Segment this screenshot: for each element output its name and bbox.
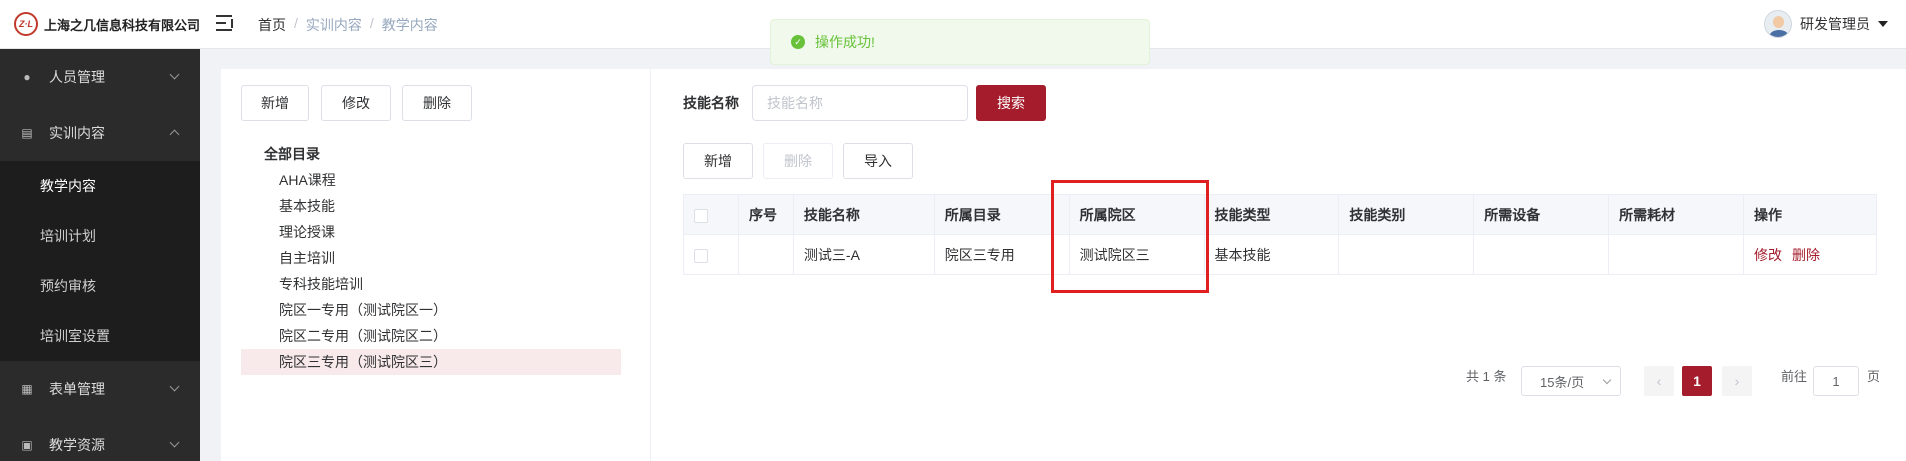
row-select-cell <box>683 234 739 275</box>
goto-suffix: 页 <box>1867 369 1881 384</box>
add-catalog-button[interactable]: 新增 <box>241 85 309 121</box>
breadcrumb-separator: / <box>294 15 298 31</box>
chevron-up-icon <box>169 129 180 140</box>
menu-toggle-icon[interactable] <box>216 14 236 32</box>
delete-catalog-button[interactable]: 删除 <box>402 85 472 121</box>
cell-equipment <box>1473 234 1610 275</box>
cell-index <box>737 234 794 275</box>
company-name: 上海之几信息科技有限公司 <box>44 17 201 33</box>
column-header: 所需设备 <box>1473 194 1610 235</box>
breadcrumb-separator: / <box>369 15 374 31</box>
row-checkbox[interactable] <box>694 248 708 263</box>
skill-name-input[interactable]: 技能名称 <box>752 85 968 121</box>
toast-message: 操作成功! <box>815 34 875 50</box>
book-icon: ▤ <box>21 126 33 140</box>
delete-row-link[interactable]: 删除 <box>1792 247 1820 263</box>
column-header: 技能类别 <box>1338 194 1475 235</box>
chevron-down-icon <box>169 69 180 80</box>
column-header: 操作 <box>1743 194 1877 235</box>
sidebar-item-label: 人员管理 <box>49 69 105 85</box>
edit-row-link[interactable]: 修改 <box>1754 247 1782 263</box>
sidebar-item-personnel[interactable]: ● 人员管理 <box>0 49 200 105</box>
check-circle-icon: ✓ <box>791 35 805 49</box>
breadcrumb: 首页 / 实训内容 / 教学内容 <box>258 15 438 35</box>
chevron-down-icon <box>169 381 180 392</box>
tree-node[interactable]: AHA课程 <box>241 167 621 193</box>
cell-skill-type: 基本技能 <box>1203 234 1340 275</box>
logo-mark: Z·L <box>14 12 38 36</box>
catalog-pane: 新增 修改 删除 全部目录 AHA课程 基本技能 理论授课 自主培训 专科技能培… <box>221 69 651 461</box>
tree-node[interactable]: 基本技能 <box>241 193 621 219</box>
sidebar-item-label: 表单管理 <box>49 381 105 397</box>
column-header: 技能类型 <box>1203 194 1340 235</box>
goto-page-input[interactable]: 1 <box>1813 366 1859 396</box>
sidebar-item-training[interactable]: ▤ 实训内容 <box>0 105 200 161</box>
company-logo[interactable]: Z·L 上海之几信息科技有限公司 <box>14 12 200 36</box>
import-button[interactable]: 导入 <box>843 143 913 179</box>
user-name[interactable]: 研发管理员 <box>1800 14 1870 34</box>
page-size-value: 15条/页 <box>1540 374 1585 390</box>
table-header-row: 序号 技能名称 所属目录 所属院区 技能类型 技能类别 所需设备 所需耗材 操作 <box>683 194 1877 235</box>
select-all-checkbox[interactable] <box>694 208 708 223</box>
edit-catalog-button[interactable]: 修改 <box>321 85 391 121</box>
cell-skill-category <box>1338 234 1475 275</box>
sidebar-subitem-plan[interactable]: 培训计划 <box>0 211 200 261</box>
delete-skill-button[interactable]: 删除 <box>763 143 833 179</box>
column-header: 所需耗材 <box>1608 194 1745 235</box>
tree-node[interactable]: 院区二专用（测试院区二） <box>241 323 621 349</box>
form-icon: ▦ <box>21 382 33 396</box>
column-header: 技能名称 <box>792 194 935 235</box>
caret-down-icon[interactable] <box>1878 21 1888 27</box>
page-number-button[interactable]: 1 <box>1682 366 1712 396</box>
cell-skill-name: 测试三-A <box>792 234 935 275</box>
skills-table: 序号 技能名称 所属目录 所属院区 技能类型 技能类别 所需设备 所需耗材 操作… <box>683 194 1877 275</box>
sidebar-item-label: 实训内容 <box>49 125 105 141</box>
input-placeholder: 技能名称 <box>767 95 823 111</box>
tree-node[interactable]: 院区一专用（测试院区一） <box>241 297 621 323</box>
skill-name-label: 技能名称 <box>683 95 739 111</box>
search-button[interactable]: 搜索 <box>976 85 1046 121</box>
tree-root[interactable]: 全部目录 <box>241 141 621 167</box>
user-icon: ● <box>23 70 31 84</box>
resource-icon: ▣ <box>21 438 33 452</box>
breadcrumb-current: 教学内容 <box>381 17 438 33</box>
pagination-total: 共 1 条 <box>1466 369 1507 384</box>
sidebar-item-label: 教学资源 <box>49 437 105 453</box>
catalog-tree: 全部目录 AHA课程 基本技能 理论授课 自主培训 专科技能培训 院区一专用（测… <box>241 141 621 375</box>
prev-page-button[interactable]: ‹ <box>1644 366 1674 396</box>
chevron-down-icon <box>169 437 180 448</box>
tree-node[interactable]: 自主培训 <box>241 245 621 271</box>
sidebar-item-resources[interactable]: ▣ 教学资源 <box>0 417 200 461</box>
next-page-button[interactable]: › <box>1722 366 1752 396</box>
table-row: 测试三-A 院区三专用 测试院区三 基本技能 修改 删除 <box>683 234 1877 275</box>
sidebar-item-forms[interactable]: ▦ 表单管理 <box>0 361 200 417</box>
page-size-select[interactable]: 15条/页 <box>1521 366 1621 396</box>
sidebar-subitem-review[interactable]: 预约审核 <box>0 261 200 311</box>
tree-node[interactable]: 理论授课 <box>241 219 621 245</box>
user-menu[interactable]: 研发管理员 <box>1764 10 1888 38</box>
avatar[interactable] <box>1764 10 1792 38</box>
column-header: 所属目录 <box>933 194 1070 235</box>
column-header: 序号 <box>737 194 794 235</box>
breadcrumb-home[interactable]: 首页 <box>258 15 286 35</box>
add-skill-button[interactable]: 新增 <box>683 143 753 179</box>
cell-consumables <box>1608 234 1745 275</box>
tree-node[interactable]: 专科技能培训 <box>241 271 621 297</box>
chevron-down-icon <box>1602 375 1612 385</box>
sidebar: ● 人员管理 ▤ 实训内容 教学内容 培训计划 预约审核 培训室设置 ▦ 表单管… <box>0 49 200 461</box>
tree-node-selected[interactable]: 院区三专用（测试院区三） <box>241 349 621 375</box>
highlight-box <box>1051 180 1209 293</box>
breadcrumb-training[interactable]: 实训内容 <box>306 15 362 35</box>
select-all-cell <box>683 194 739 235</box>
cell-actions: 修改 删除 <box>1743 234 1877 275</box>
sidebar-subitem-room[interactable]: 培训室设置 <box>0 311 200 361</box>
cell-catalog: 院区三专用 <box>933 234 1070 275</box>
goto-label: 前往 <box>1781 369 1808 384</box>
success-toast: ✓ 操作成功! <box>770 19 1150 65</box>
sidebar-subitem-teaching[interactable]: 教学内容 <box>0 161 200 211</box>
